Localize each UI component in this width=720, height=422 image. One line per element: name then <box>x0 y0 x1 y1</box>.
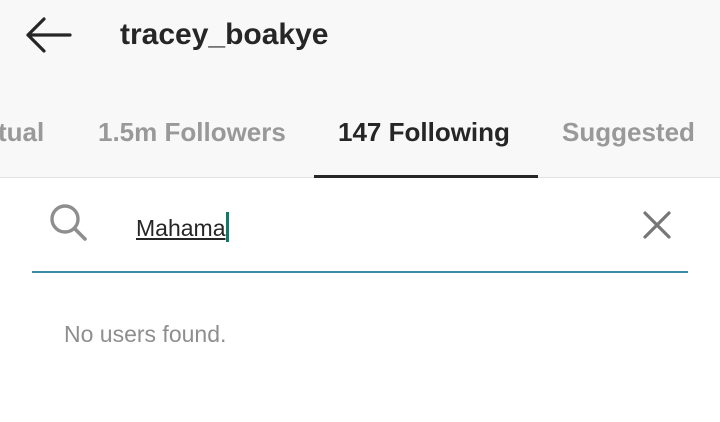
back-button[interactable] <box>14 6 82 64</box>
active-tab-indicator <box>314 175 538 178</box>
following-screen: tracey_boakye tual 1.5m Followers 147 Fo… <box>0 0 720 422</box>
tab-followers[interactable]: 1.5m Followers <box>98 104 286 160</box>
search-icon <box>46 200 90 244</box>
empty-results-message: No users found. <box>64 321 227 347</box>
search-underline <box>32 271 688 273</box>
close-icon <box>643 211 671 239</box>
search-input-value: Mahama <box>136 215 226 241</box>
tab-suggested[interactable]: Suggested <box>562 104 695 160</box>
clear-search-button[interactable] <box>636 204 678 246</box>
arrow-left-icon <box>26 17 72 53</box>
tab-following[interactable]: 147 Following <box>338 104 510 160</box>
top-bar: tracey_boakye tual 1.5m Followers 147 Fo… <box>0 0 720 178</box>
search-input[interactable]: Mahama <box>136 210 230 246</box>
tab-mutual[interactable]: tual <box>0 104 44 160</box>
text-cursor <box>226 212 230 242</box>
profile-username: tracey_boakye <box>120 18 329 51</box>
